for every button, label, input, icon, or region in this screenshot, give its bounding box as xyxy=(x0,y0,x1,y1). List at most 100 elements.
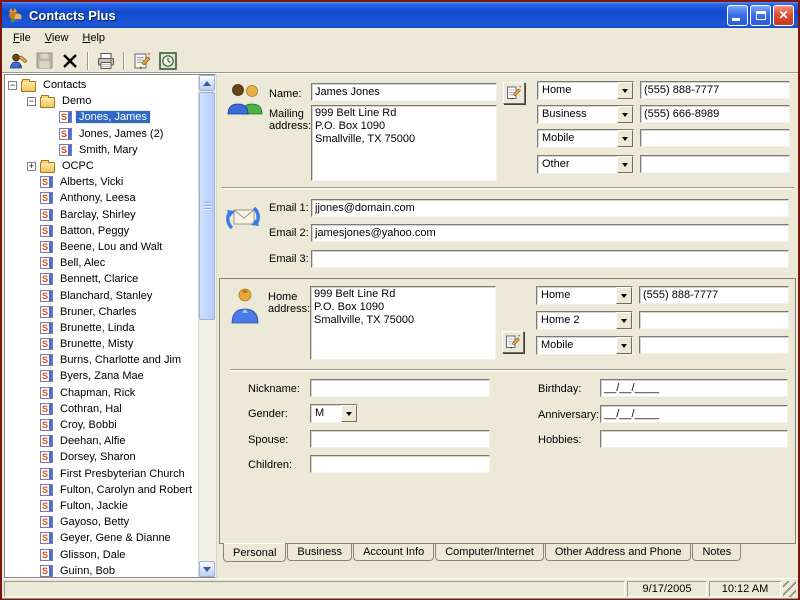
tree-item[interactable]: Brunette, Misty xyxy=(5,336,198,352)
menu-item[interactable]: File xyxy=(6,30,38,46)
tree-expander[interactable] xyxy=(27,162,36,171)
tree-item-label[interactable]: Gayoso, Betty xyxy=(57,516,132,528)
tree-item[interactable]: Beene, Lou and Walt xyxy=(5,239,198,255)
phone-number-input[interactable] xyxy=(639,311,789,329)
tree-item-label[interactable]: Fulton, Carolyn and Robert xyxy=(57,484,195,496)
delete-button[interactable] xyxy=(58,50,82,72)
dropdown-button[interactable] xyxy=(617,82,633,99)
tree-item-label[interactable]: Smith, Mary xyxy=(76,144,141,156)
tree-item[interactable]: Dorsey, Sharon xyxy=(5,449,198,465)
tree-item-label[interactable]: Byers, Zana Mae xyxy=(57,370,147,382)
tree-expander[interactable] xyxy=(8,81,17,90)
spouse-input[interactable] xyxy=(310,430,490,448)
phone-type-dropdown[interactable]: Mobile xyxy=(537,129,634,148)
edit-note-button[interactable] xyxy=(130,50,154,72)
tree-scrollbar[interactable] xyxy=(198,75,215,577)
close-button[interactable]: ✕ xyxy=(773,5,794,26)
menu-item[interactable]: View xyxy=(38,30,76,46)
new-contact-button[interactable] xyxy=(6,50,30,72)
scroll-down-button[interactable] xyxy=(199,561,215,577)
resize-grip[interactable] xyxy=(783,581,796,597)
tree-item-label[interactable]: Beene, Lou and Walt xyxy=(57,241,165,253)
menu-item[interactable]: Help xyxy=(75,30,112,46)
dropdown-button[interactable] xyxy=(617,156,633,173)
phone-number-input[interactable] xyxy=(640,155,790,173)
phone-number-input[interactable] xyxy=(640,129,790,147)
edit-name-button[interactable] xyxy=(503,82,525,104)
tree-item-label[interactable]: Fulton, Jackie xyxy=(57,500,131,512)
tree-item[interactable]: Guinn, Bob xyxy=(5,563,198,577)
nickname-input[interactable] xyxy=(310,379,490,397)
tree-item-label[interactable]: Jones, James (2) xyxy=(76,128,166,140)
tree-item-label[interactable]: Glisson, Dale xyxy=(57,549,128,561)
phone-type-dropdown[interactable]: Business xyxy=(537,105,634,124)
tree-item-label[interactable]: Brunette, Misty xyxy=(57,338,136,350)
gender-dropdown[interactable]: M xyxy=(310,404,358,423)
tree-item-label[interactable]: Jones, James xyxy=(76,111,150,123)
tree-item-label[interactable]: OCPC xyxy=(59,160,97,172)
tree-item[interactable]: Barclay, Shirley xyxy=(5,207,198,223)
phone-number-input[interactable] xyxy=(639,336,789,354)
hobbies-input[interactable] xyxy=(600,430,788,448)
dropdown-button[interactable] xyxy=(616,312,632,329)
title-bar[interactable]: Contacts Plus ✕ xyxy=(2,2,798,28)
tree-item[interactable]: Byers, Zana Mae xyxy=(5,368,198,384)
tree-item[interactable]: Gayoso, Betty xyxy=(5,514,198,530)
minimize-button[interactable] xyxy=(727,5,748,26)
tree-item[interactable]: Jones, James xyxy=(5,109,198,125)
tree-item[interactable]: Deehan, Alfie xyxy=(5,433,198,449)
tree-item[interactable]: Glisson, Dale xyxy=(5,546,198,562)
email-input[interactable] xyxy=(311,250,789,268)
phone-type-dropdown[interactable]: Mobile xyxy=(536,336,633,355)
tab[interactable]: Account Info xyxy=(353,544,434,561)
tree-item[interactable]: Batton, Peggy xyxy=(5,223,198,239)
email-input[interactable] xyxy=(311,199,789,217)
tree-item-label[interactable]: First Presbyterian Church xyxy=(57,468,188,480)
tree-item-label[interactable]: Burns, Charlotte and Jim xyxy=(57,354,184,366)
print-button[interactable] xyxy=(94,50,118,72)
mailing-address-input[interactable]: 999 Belt Line Rd P.O. Box 1090 Smallvill… xyxy=(311,105,497,181)
children-input[interactable] xyxy=(310,455,490,473)
home-address-input[interactable]: 999 Belt Line Rd P.O. Box 1090 Smallvill… xyxy=(310,286,496,360)
tree-item-label[interactable]: Chapman, Rick xyxy=(57,387,138,399)
anniversary-input[interactable] xyxy=(600,405,788,423)
tree-item[interactable]: Croy, Bobbi xyxy=(5,417,198,433)
dropdown-button[interactable] xyxy=(617,106,633,123)
tree-item-label[interactable]: Geyer, Gene & Dianne xyxy=(57,532,174,544)
tree-item-label[interactable]: Blanchard, Stanley xyxy=(57,290,155,302)
save-button[interactable] xyxy=(32,50,56,72)
dropdown-button[interactable] xyxy=(616,287,632,304)
tab[interactable]: Business xyxy=(287,544,352,561)
tree-item[interactable]: Anthony, Leesa xyxy=(5,190,198,206)
tab[interactable]: Computer/Internet xyxy=(435,544,544,561)
tree-item-label[interactable]: Demo xyxy=(59,95,94,107)
tree-item[interactable]: Geyer, Gene & Dianne xyxy=(5,530,198,546)
tab[interactable]: Personal xyxy=(223,543,286,562)
tree-item[interactable]: Alberts, Vicki xyxy=(5,174,198,190)
tree-item-label[interactable]: Bennett, Clarice xyxy=(57,273,141,285)
tree-item[interactable]: Demo xyxy=(5,93,198,109)
tree-item-label[interactable]: Alberts, Vicki xyxy=(57,176,126,188)
tree-item-label[interactable]: Bruner, Charles xyxy=(57,306,139,318)
phone-type-dropdown[interactable]: Other xyxy=(537,155,634,174)
tree-item-label[interactable]: Dorsey, Sharon xyxy=(57,451,139,463)
phone-type-dropdown[interactable]: Home xyxy=(536,286,633,305)
tree-expander[interactable] xyxy=(27,97,36,106)
scrollbar-thumb[interactable] xyxy=(199,92,215,320)
tree-item-label[interactable]: Anthony, Leesa xyxy=(57,192,139,204)
tab[interactable]: Other Address and Phone xyxy=(545,544,692,561)
tree-item-label[interactable]: Deehan, Alfie xyxy=(57,435,128,447)
tree-item-label[interactable]: Bell, Alec xyxy=(57,257,108,269)
tree-item-label[interactable]: Croy, Bobbi xyxy=(57,419,120,431)
name-input[interactable] xyxy=(311,83,497,101)
email-input[interactable] xyxy=(311,224,789,242)
edit-home-address-button[interactable] xyxy=(502,331,524,353)
tree-item[interactable]: Bell, Alec xyxy=(5,255,198,271)
tree-item-label[interactable]: Guinn, Bob xyxy=(57,565,118,577)
dropdown-button[interactable] xyxy=(617,130,633,147)
tree-item[interactable]: OCPC xyxy=(5,158,198,174)
tree-item-label[interactable]: Barclay, Shirley xyxy=(57,209,139,221)
dialer-button[interactable] xyxy=(156,50,180,72)
tree-item[interactable]: Bennett, Clarice xyxy=(5,271,198,287)
phone-number-input[interactable] xyxy=(640,81,790,99)
